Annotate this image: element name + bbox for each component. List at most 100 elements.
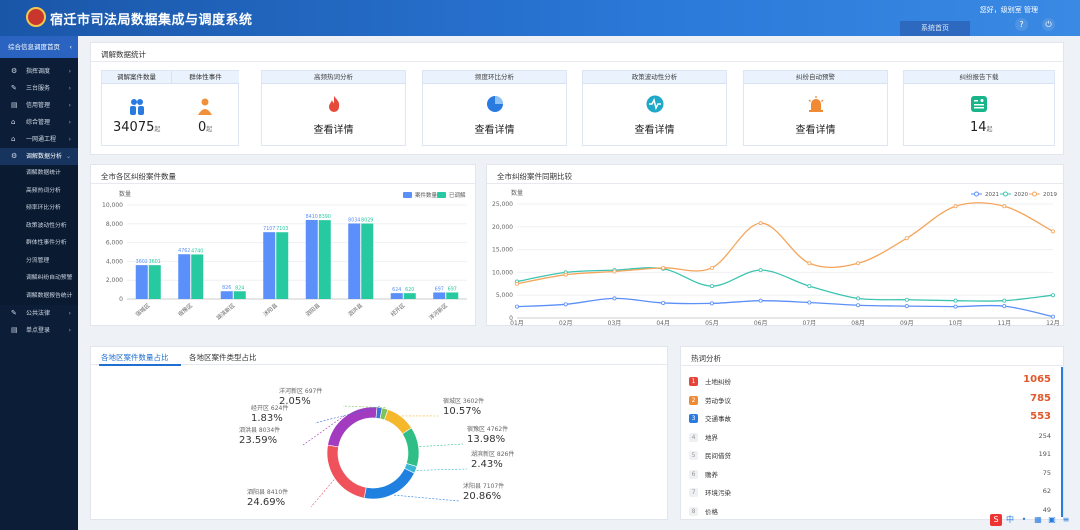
rank-badge: 1	[689, 377, 698, 386]
ime-keyboard-icon[interactable]: ▦	[1032, 514, 1044, 526]
sidebar-item-credit[interactable]: ▤ 信用管理 ›	[0, 97, 78, 114]
tab-region-share[interactable]: 各地区案件数量占比	[101, 352, 169, 363]
view-detail-link[interactable]: 查看详情	[423, 121, 566, 136]
x-tick-label: 洋河新区	[427, 301, 449, 322]
y-tick-label: 5,000	[496, 292, 513, 299]
hotword-row[interactable]: 4 地界 254	[689, 428, 1055, 447]
case-count-card: 调解案件数量 群体性事件 34075起 0起	[101, 70, 239, 146]
slice-percent: 23.59%	[239, 435, 278, 446]
x-tick-label: 01月	[510, 320, 524, 326]
hotword-row[interactable]: 7 环境污染 62	[689, 483, 1055, 502]
report-card[interactable]: 纠纷报告下载 14起	[903, 70, 1055, 146]
legend-label: 已调解	[449, 191, 466, 199]
hotword-row[interactable]: 5 民间借贷 191	[689, 446, 1055, 465]
hotword-row[interactable]: 2 劳动争议 785	[689, 391, 1055, 410]
data-point	[1051, 293, 1056, 298]
list-icon: ▤	[11, 326, 18, 334]
slice-name: 洋河新区 697件	[279, 388, 323, 395]
ime-menu-icon[interactable]: ≡	[1060, 514, 1072, 526]
sidebar-home[interactable]: 综合信息调度首页 ‹	[0, 36, 78, 58]
slice-percent: 13.98%	[467, 434, 506, 445]
sidebar-item-legal[interactable]: ✎ 公共法律 ›	[0, 305, 78, 322]
sidebar-item-sso[interactable]: ▤ 单点登录 ›	[0, 322, 78, 339]
y-tick-label: 25,000	[492, 201, 513, 208]
data-point	[904, 236, 909, 241]
tab-type-share[interactable]: 各地区案件类型占比	[189, 352, 257, 363]
sidebar-item-label: 调解数据分析	[26, 153, 63, 160]
data-point	[514, 281, 519, 286]
ime-logo-icon[interactable]: S	[990, 514, 1002, 526]
line-chart-title: 全市纠纷案件同期比较	[497, 172, 572, 181]
sidebar-subitem[interactable]: 政策波动性分析	[0, 217, 78, 235]
card-title: 纠纷报告下载	[904, 71, 1054, 84]
sidebar-home-label: 综合信息调度首页	[8, 43, 60, 51]
emblem-logo	[26, 7, 46, 27]
edit-icon: ✎	[11, 309, 17, 317]
sidebar-item-onenet[interactable]: ⌂ 一网通工程 ›	[0, 131, 78, 148]
slice-name: 宿豫区 4762件	[467, 426, 509, 433]
sidebar-item-manage[interactable]: ⌂ 综合管理 ›	[0, 114, 78, 131]
bar	[361, 223, 374, 299]
data-point	[856, 261, 861, 266]
hotword-name: 劳动争议	[705, 396, 731, 405]
view-detail-link[interactable]: 查看详情	[744, 121, 887, 136]
slice-percent: 2.43%	[471, 459, 503, 470]
y-tick-label: 10,000	[102, 202, 123, 209]
leader-line	[310, 479, 335, 508]
chevron-right-icon: ›	[68, 119, 71, 126]
policy-card[interactable]: 政策波动性分析 查看详情	[582, 70, 727, 146]
view-detail-link[interactable]: 查看详情	[262, 121, 405, 136]
sidebar-subitem[interactable]: 频率环比分析	[0, 200, 78, 218]
bar	[233, 291, 246, 299]
hotword-card[interactable]: 高频热词分析 查看详情	[261, 70, 406, 146]
line-chart-panel: 全市纠纷案件同期比较 数量 0 5,000 10,000 15,000 20,000 25,…	[486, 164, 1064, 326]
series-line	[516, 202, 1054, 285]
power-icon[interactable]: ⏻	[1042, 18, 1055, 31]
hotword-name: 价格	[705, 507, 718, 516]
chevron-down-icon: ⌄	[65, 153, 71, 160]
sidebar-subitem[interactable]: 调解数据报告统计	[0, 287, 78, 305]
y-tick-label: 0	[119, 296, 123, 303]
sidebar-item-label: 单点登录	[26, 327, 51, 334]
help-icon[interactable]: ?	[1015, 18, 1028, 31]
leader-line	[393, 494, 460, 502]
sidebar-subitem[interactable]: 分流管理	[0, 252, 78, 270]
ime-lang-icon[interactable]: 中	[1004, 514, 1016, 526]
hotword-row[interactable]: 3 交通事故 553	[689, 409, 1055, 428]
view-detail-link[interactable]: 查看详情	[583, 121, 726, 136]
donut-chart	[302, 405, 468, 508]
tab-home[interactable]: 系统首页	[900, 21, 970, 36]
data-point	[1002, 298, 1007, 303]
bar	[263, 232, 276, 299]
sidebar-subitem[interactable]: 高频热词分析	[0, 182, 78, 200]
alert-card[interactable]: 纠纷自动预警 查看详情	[743, 70, 888, 146]
y-tick-label: 15,000	[492, 247, 513, 254]
x-tick-label: 沭阳县	[261, 301, 279, 318]
x-tick-label: 经开区	[389, 301, 407, 318]
hotword-title: 热词分析	[691, 354, 721, 363]
pie-icon	[486, 96, 503, 112]
data-point	[758, 221, 763, 226]
frequency-card[interactable]: 频度环比分析 查看详情	[422, 70, 567, 146]
slice-percent: 20.86%	[463, 491, 502, 502]
sidebar-item-mediation[interactable]: ⚙ 调解数据分析 ⌄	[0, 148, 78, 165]
bar	[220, 291, 233, 299]
legend-label: 2019	[1043, 192, 1057, 198]
sidebar-item-label: 综合管理	[26, 119, 51, 126]
hotword-row[interactable]: 1 土地纠纷 1065	[689, 372, 1055, 391]
sidebar-subitem[interactable]: 群体性事件分析	[0, 235, 78, 253]
leader-line	[419, 443, 464, 447]
scrollbar[interactable]	[1061, 367, 1063, 517]
hotword-count: 1065	[1023, 374, 1051, 385]
sidebar-item-dispatch[interactable]: ⚙ 指挥调度 ›	[0, 63, 78, 80]
ime-punct-icon[interactable]: •	[1018, 514, 1030, 526]
sidebar-subitem[interactable]: 调解数据统计	[0, 165, 78, 183]
data-point	[661, 265, 666, 270]
sidebar-item-label: 指挥调度	[26, 68, 51, 75]
ime-skin-icon[interactable]: ▣	[1046, 514, 1058, 526]
hotword-row[interactable]: 6 赡养 75	[689, 465, 1055, 484]
card-title: 高频热词分析	[262, 71, 405, 84]
card-title: 纠纷自动预警	[744, 71, 887, 84]
sidebar-subitem[interactable]: 调解纠纷自动预警	[0, 270, 78, 288]
sidebar-item-service[interactable]: ✎ 三台服务 ›	[0, 80, 78, 97]
